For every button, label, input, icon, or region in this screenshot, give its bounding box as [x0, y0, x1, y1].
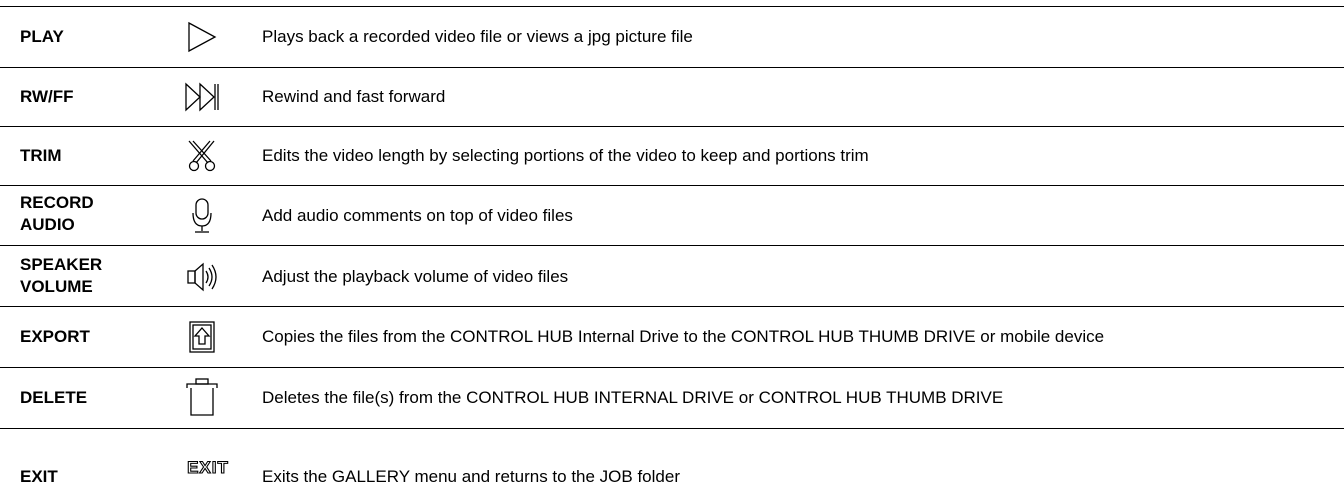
table-row-rwff: RW/FF Rewind and fast forward: [0, 67, 1344, 126]
table-row-delete: DELETE Deletes the file(s) from the CONT…: [0, 367, 1344, 428]
microphone-icon: [170, 196, 234, 236]
row-label-record-audio: RECORD AUDIO: [20, 192, 94, 236]
row-label-rwff: RW/FF: [20, 87, 74, 106]
row-label-volume: VOLUME: [20, 277, 93, 296]
row-description-rwff: Rewind and fast forward: [262, 87, 446, 106]
row-description-record-audio: Add audio comments on top of video files: [262, 206, 573, 225]
fast-forward-icon: [170, 79, 234, 115]
exit-icon: EXIT: [180, 455, 236, 479]
table-row-play: PLAY Plays back a recorded video file or…: [0, 6, 1344, 67]
table-row-export: EXPORT Copies the files from the CONTROL…: [0, 306, 1344, 367]
row-label-audio: AUDIO: [20, 215, 75, 234]
scissors-icon: [170, 138, 234, 174]
row-label-speaker-volume: SPEAKER VOLUME: [20, 254, 102, 298]
play-icon: [170, 19, 234, 55]
export-icon: [170, 317, 234, 357]
row-description-delete: Deletes the file(s) from the CONTROL HUB…: [262, 388, 1004, 407]
row-label-export: EXPORT: [20, 327, 90, 346]
row-description-play: Plays back a recorded video file or view…: [262, 27, 693, 46]
row-label-delete: DELETE: [20, 388, 88, 407]
table-row-trim: TRIM Edits the video length by selecting…: [0, 126, 1344, 185]
gallery-controls-table: PLAY Plays back a recorded video file or…: [0, 0, 1344, 495]
speaker-icon: [170, 258, 234, 296]
exit-icon-text: EXIT: [187, 458, 229, 477]
table-row-record-audio: RECORD AUDIO Add audio comments on top o…: [0, 185, 1344, 245]
row-description-exit: Exits the GALLERY menu and returns to th…: [262, 467, 680, 486]
trash-icon: [170, 376, 234, 418]
row-label-play: PLAY: [20, 27, 64, 46]
table-row-speaker-volume: SPEAKER VOLUME Adjust the playback volum…: [0, 245, 1344, 306]
row-description-trim: Edits the video length by selecting port…: [262, 146, 869, 165]
row-description-export: Copies the files from the CONTROL HUB In…: [262, 327, 1105, 346]
row-label-trim: TRIM: [20, 146, 62, 165]
table-row-exit: EXIT EXIT Exits the GALLERY menu and ret…: [0, 428, 1344, 495]
row-label-exit: EXIT: [20, 467, 58, 486]
row-label-speaker: SPEAKER: [20, 255, 103, 274]
row-description-speaker-volume: Adjust the playback volume of video file…: [262, 267, 569, 286]
row-label-record: RECORD: [20, 193, 94, 212]
